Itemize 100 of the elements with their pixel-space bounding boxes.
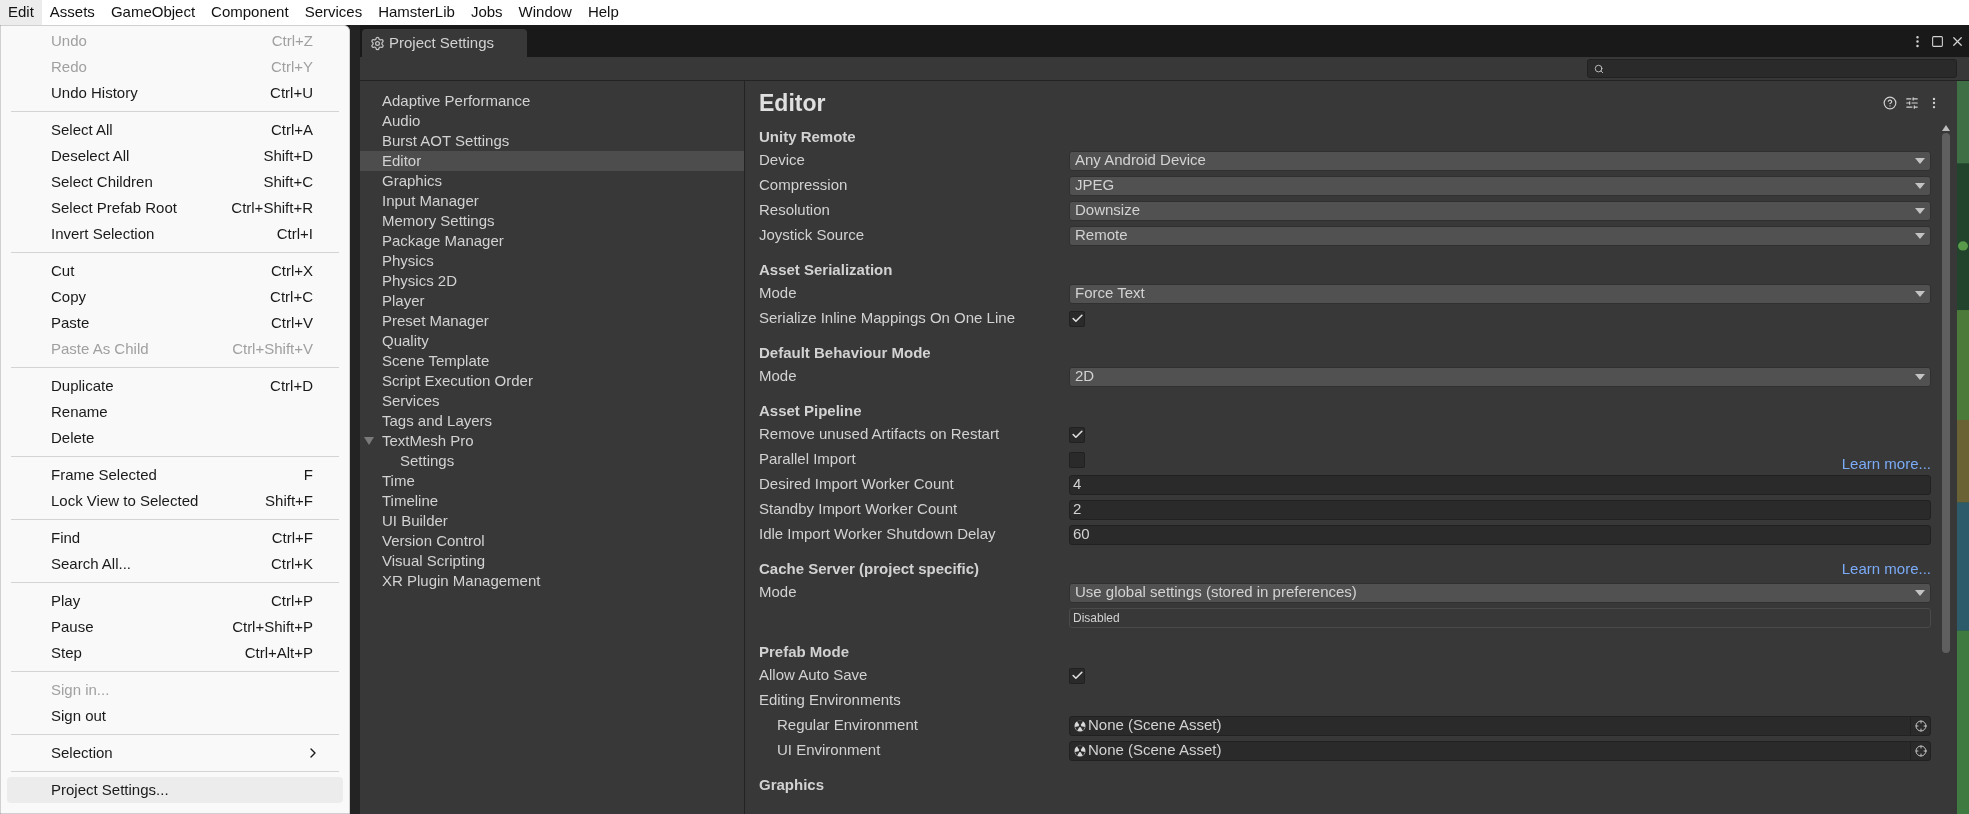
settings-icon	[370, 35, 385, 51]
field-label: Joystick Source	[759, 225, 866, 246]
menu-bar-item[interactable]: Services	[296, 0, 371, 25]
menu-bar-item[interactable]: Component	[203, 0, 297, 25]
settings-category[interactable]: Time	[360, 471, 744, 491]
settings-category[interactable]: Input Manager	[360, 191, 744, 211]
field-label: Desired Import Worker Count	[759, 474, 955, 495]
menu-item[interactable]: Search All... Ctrl+K	[7, 551, 343, 577]
settings-category[interactable]: Tags and Layers	[360, 411, 744, 431]
settings-category[interactable]: UI Builder	[360, 511, 744, 531]
settings-category[interactable]: Physics 2D	[360, 271, 744, 291]
learn-more-link[interactable]: Learn more...	[1841, 453, 1931, 476]
menu-item[interactable]: Deselect All Shift+D	[7, 143, 343, 169]
settings-category[interactable]: Preset Manager	[360, 311, 744, 331]
dropdown[interactable]: JPEG	[1069, 175, 1931, 196]
menu-bar-item[interactable]: GameObject	[102, 0, 204, 25]
field-label: Resolution	[759, 200, 831, 221]
menu-item[interactable]: Play Ctrl+P	[7, 588, 343, 614]
dropdown[interactable]: Any Android Device	[1069, 150, 1931, 171]
section-heading: Default Behaviour Mode	[759, 342, 932, 363]
settings-category[interactable]: Visual Scripting	[360, 551, 744, 571]
object-field[interactable]: None (Scene Asset)	[1069, 715, 1931, 736]
window-tab[interactable]: Project Settings	[362, 29, 527, 57]
field-label: Device	[759, 150, 806, 171]
settings-category[interactable]: Audio	[360, 111, 744, 131]
menu-bar-item[interactable]: Help	[579, 0, 627, 25]
settings-category[interactable]: Scene Template	[360, 351, 744, 371]
settings-category[interactable]: Adaptive Performance	[360, 91, 744, 111]
number-field[interactable]: 60	[1069, 524, 1931, 545]
menu-item[interactable]: Copy Ctrl+C	[7, 284, 343, 310]
section-heading: Asset Serialization	[759, 259, 894, 280]
menu-item[interactable]: Lock View to Selected Shift+F	[7, 488, 343, 514]
learn-more-link[interactable]: Learn more...	[1841, 557, 1931, 580]
dropdown[interactable]: 2D	[1069, 366, 1931, 387]
object-field[interactable]: None (Scene Asset)	[1069, 740, 1931, 761]
settings-category[interactable]: Timeline	[360, 491, 744, 511]
field-label: Parallel Import	[759, 449, 857, 470]
dropdown-arrow-icon	[1915, 157, 1925, 164]
menu-item[interactable]: Pause Ctrl+Shift+P	[7, 614, 343, 640]
settings-category[interactable]: Editor	[360, 151, 744, 171]
settings-category[interactable]: Graphics	[360, 171, 744, 191]
section-heading: Prefab Mode	[759, 641, 850, 662]
number-field[interactable]: 4	[1069, 474, 1931, 495]
settings-category[interactable]: Memory Settings	[360, 211, 744, 231]
dropdown[interactable]: Remote	[1069, 225, 1931, 246]
menu-bar-item[interactable]: Assets	[41, 0, 103, 25]
menu-item[interactable]: Duplicate Ctrl+D	[7, 373, 343, 399]
settings-category[interactable]: XR Plugin Management	[360, 571, 744, 591]
menu-item[interactable]: Cut Ctrl+X	[7, 258, 343, 284]
settings-category[interactable]: Package Manager	[360, 231, 744, 251]
menu-item[interactable]: Select Prefab Root Ctrl+Shift+R	[7, 195, 343, 221]
checkbox[interactable]	[1069, 426, 1085, 443]
menu-item[interactable]: Frame Selected F	[7, 462, 343, 488]
menu-bar-item[interactable]: Jobs	[462, 0, 511, 25]
menu-item[interactable]: Find Ctrl+F	[7, 525, 343, 551]
checkbox[interactable]	[1069, 310, 1085, 327]
scene-asset-icon	[1074, 744, 1086, 757]
settings-category[interactable]: Script Execution Order	[360, 371, 744, 391]
help-icon[interactable]	[1883, 96, 1897, 110]
section-heading: Unity Remote	[759, 126, 857, 147]
settings-category[interactable]: Settings	[360, 451, 744, 471]
settings-category[interactable]: Physics	[360, 251, 744, 271]
menu-item[interactable]: Paste Ctrl+V	[7, 310, 343, 336]
number-field[interactable]: 2	[1069, 499, 1931, 520]
expand-triangle-icon[interactable]	[364, 437, 374, 445]
settings-category[interactable]: Quality	[360, 331, 744, 351]
object-picker-icon[interactable]	[1914, 719, 1927, 732]
menu-item[interactable]: Undo History Ctrl+U	[7, 80, 343, 106]
dropdown-arrow-icon	[1915, 290, 1925, 297]
dropdown[interactable]: Use global settings (stored in preferences)	[1069, 582, 1931, 603]
settings-category[interactable]: Services	[360, 391, 744, 411]
menu-item[interactable]: Selection	[7, 740, 343, 766]
object-picker-icon[interactable]	[1914, 744, 1927, 757]
menu-item[interactable]: Select Children Shift+C	[7, 169, 343, 195]
dropdown-arrow-icon	[1915, 589, 1925, 596]
field-label: Compression	[759, 175, 849, 196]
scroll-up-arrow-icon[interactable]	[1942, 125, 1950, 131]
settings-category[interactable]: Version Control	[360, 531, 744, 551]
menu-item[interactable]: Rename	[7, 399, 343, 425]
settings-category[interactable]: TextMesh Pro	[360, 431, 744, 451]
menu-item[interactable]: Project Settings...	[7, 777, 343, 803]
menu-item[interactable]: Sign out	[7, 703, 343, 729]
search-field[interactable]	[1587, 59, 1957, 78]
preset-icon[interactable]	[1905, 96, 1919, 110]
menu-item[interactable]: Select All Ctrl+A	[7, 117, 343, 143]
field-label: Regular Environment	[776, 715, 919, 736]
settings-category[interactable]: Burst AOT Settings	[360, 131, 744, 151]
menu-item[interactable]: Delete	[7, 425, 343, 451]
menu-bar-item[interactable]: HamsterLib	[370, 0, 463, 25]
maximize-icon[interactable]	[1931, 34, 1944, 48]
menu-item[interactable]: Step Ctrl+Alt+P	[7, 640, 343, 666]
menu-bar-item[interactable]: Edit	[0, 0, 42, 25]
search-icon	[1594, 63, 1604, 74]
dropdown[interactable]: Force Text	[1069, 283, 1931, 304]
checkbox[interactable]	[1069, 667, 1085, 684]
field-label: Mode	[759, 283, 798, 304]
settings-category[interactable]: Player	[360, 291, 744, 311]
menu-bar-item[interactable]: Window	[510, 0, 580, 25]
menu-item[interactable]: Invert Selection Ctrl+I	[7, 221, 343, 247]
dropdown[interactable]: Downsize	[1069, 200, 1931, 221]
